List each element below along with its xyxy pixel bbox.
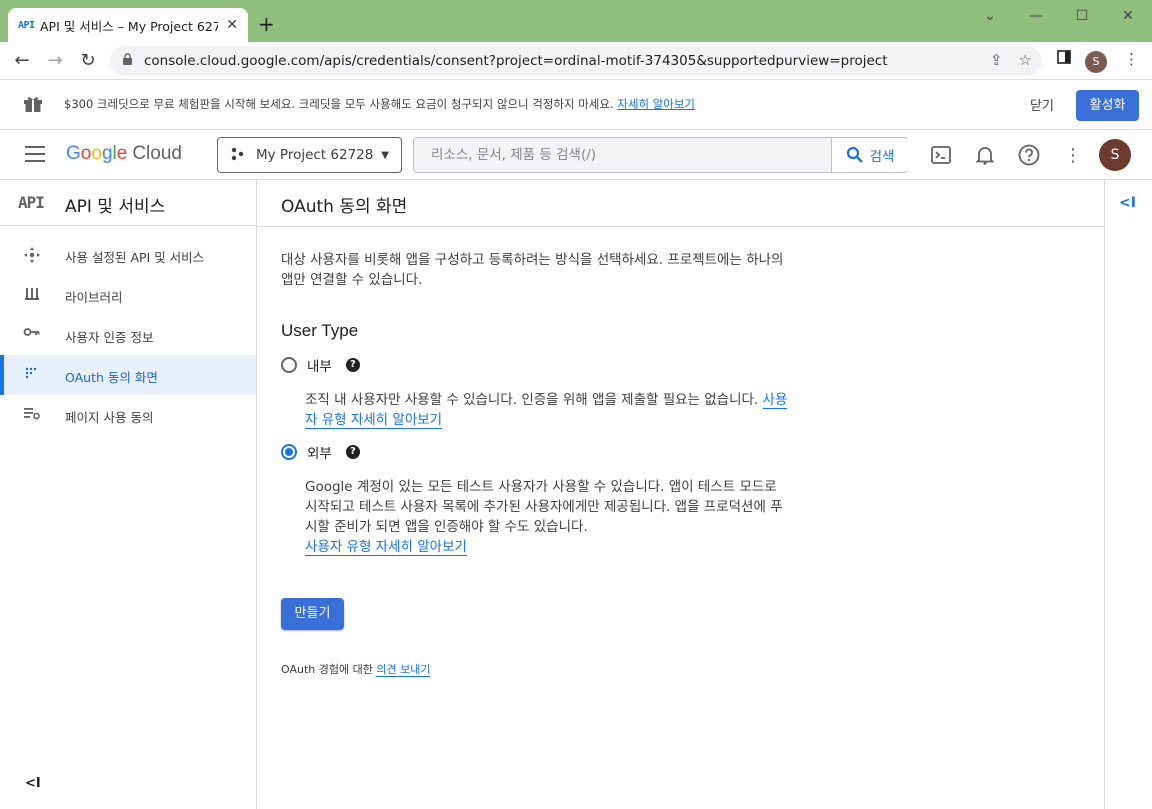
bell-icon[interactable] <box>972 142 998 168</box>
project-hierarchy-icon <box>230 147 250 164</box>
radio-external[interactable]: 외부 ? <box>281 442 360 462</box>
search-button-label: 검색 <box>869 149 895 165</box>
radio-internal-circle[interactable] <box>281 357 297 373</box>
create-button[interactable]: 만들기 <box>281 598 344 630</box>
expand-panel-icon[interactable]: <I <box>1119 195 1136 211</box>
help-icon[interactable] <box>1016 142 1042 168</box>
google-cloud-logo[interactable]: Google Cloud <box>66 143 182 165</box>
logo-cloud: Cloud <box>132 143 182 164</box>
maximize-icon[interactable]: ☐ <box>1062 4 1102 28</box>
project-name: My Project 62728 <box>256 147 374 163</box>
hamburger-menu-icon[interactable] <box>25 146 45 162</box>
search-icon <box>846 146 863 163</box>
consent-icon <box>22 366 42 384</box>
help-circle-icon[interactable]: ? <box>345 358 360 372</box>
main-header: OAuth 동의 화면 <box>257 180 1104 227</box>
address-bar[interactable]: console.cloud.google.com/apis/credential… <box>110 46 1042 76</box>
feedback-text: OAuth 경험에 대한 <box>281 663 373 676</box>
account-avatar[interactable]: S <box>1099 139 1131 171</box>
left-navigation: API API 및 서비스 사용 설정된 API 및 서비스 라이브러리 사용자… <box>0 180 257 809</box>
browser-tab[interactable]: API API 및 서비스 – My Project 62728 ✕ <box>8 8 248 42</box>
url-text[interactable]: console.cloud.google.com/apis/credential… <box>144 53 964 69</box>
search-button[interactable]: 검색 <box>831 138 908 172</box>
side-panel-icon[interactable] <box>1057 50 1071 68</box>
banner-learn-more-link[interactable]: 자세히 알아보기 <box>617 97 695 111</box>
browser-toolbar: ← → ↻ console.cloud.google.com/apis/cred… <box>0 42 1152 80</box>
user-type-heading: User Type <box>281 321 359 340</box>
right-rail: <I <box>1104 180 1152 809</box>
banner-close-button[interactable]: 닫기 <box>1030 95 1054 114</box>
chevron-down-icon[interactable]: ⌄ <box>970 4 1010 28</box>
gift-icon <box>24 97 42 112</box>
page-title: OAuth 동의 화면 <box>281 197 408 217</box>
sidebar-item-enabled-apis[interactable]: 사용 설정된 API 및 서비스 <box>0 235 256 275</box>
free-trial-banner: $300 크레딧으로 무료 체험판을 시작해 보세요. 크레딧을 모두 사용해도… <box>0 80 1152 130</box>
agreement-icon <box>22 406 42 424</box>
radio-internal[interactable]: 내부 ? <box>281 355 360 375</box>
sidebar-item-page-usage-agreement[interactable]: 페이지 사용 동의 <box>0 395 256 435</box>
sidebar-item-label: 사용자 인증 정보 <box>65 330 154 345</box>
activate-button[interactable]: 활성화 <box>1076 90 1139 121</box>
radio-external-label: 외부 <box>307 446 332 462</box>
new-tab-button[interactable]: + <box>258 12 275 36</box>
browser-titlebar: API API 및 서비스 – My Project 62728 ✕ + ⌄ —… <box>0 0 1152 42</box>
sidebar-item-label: 라이브러리 <box>65 290 123 305</box>
intro-text: 대상 사용자를 비롯해 앱을 구성하고 등록하려는 방식을 선택하세요. 프로젝… <box>281 252 784 288</box>
lock-icon <box>122 53 134 69</box>
banner-message: $300 크레딧으로 무료 체험판을 시작해 보세요. 크레딧을 모두 사용해도… <box>64 97 614 111</box>
reload-icon[interactable]: ↻ <box>75 48 101 74</box>
sidebar-item-label: 사용 설정된 API 및 서비스 <box>65 250 205 265</box>
main-content: OAuth 동의 화면 대상 사용자를 비롯해 앱을 구성하고 등록하려는 방식… <box>257 180 1104 809</box>
services-icon <box>22 246 42 264</box>
browser-menu-icon[interactable]: ⋮ <box>1124 50 1139 68</box>
external-description: Google 계정이 있는 모든 테스트 사용자가 사용할 수 있습니다. 앱이… <box>305 477 789 557</box>
external-learn-more-link[interactable]: 사용자 유형 자세히 알아보기 <box>305 539 467 556</box>
forward-arrow-icon[interactable]: → <box>42 48 68 74</box>
nav-header: API API 및 서비스 <box>0 180 256 226</box>
api-icon: API <box>18 193 45 212</box>
api-favicon-icon: API <box>18 19 35 31</box>
more-vert-icon[interactable]: ⋮ <box>1060 142 1086 168</box>
tab-close-icon[interactable]: ✕ <box>226 17 238 33</box>
logo-google: Google <box>66 143 128 164</box>
internal-description: 조직 내 사용자만 사용할 수 있습니다. 인증을 위해 앱을 제출할 필요는 … <box>305 390 789 430</box>
library-icon <box>22 286 42 304</box>
nav-title: API 및 서비스 <box>65 197 166 217</box>
console-header: GoogleCloud My Project 62728 ▼ 검색 ⋮ S <box>0 130 1152 180</box>
key-icon <box>22 326 42 344</box>
radio-external-circle[interactable] <box>281 444 297 460</box>
back-arrow-icon[interactable]: ← <box>9 48 35 74</box>
cloud-shell-icon[interactable] <box>928 142 954 168</box>
sidebar-item-label: 페이지 사용 동의 <box>65 410 154 425</box>
tab-title: API 및 서비스 – My Project 62728 <box>40 18 218 34</box>
sidebar-item-label: OAuth 동의 화면 <box>65 370 158 385</box>
collapse-nav-icon[interactable]: <I <box>25 776 41 791</box>
search-input[interactable] <box>414 138 831 172</box>
sidebar-item-oauth-consent[interactable]: OAuth 동의 화면 <box>0 355 256 395</box>
browser-profile-avatar[interactable]: S <box>1085 51 1107 73</box>
window-close-icon[interactable]: ✕ <box>1108 4 1148 28</box>
radio-internal-label: 내부 <box>307 359 332 375</box>
caret-down-icon: ▼ <box>381 150 389 161</box>
share-icon[interactable]: ⇪ <box>990 51 1003 69</box>
sidebar-item-credentials[interactable]: 사용자 인증 정보 <box>0 315 256 355</box>
external-description-text: Google 계정이 있는 모든 테스트 사용자가 사용할 수 있습니다. 앱이… <box>305 479 783 535</box>
internal-description-text: 조직 내 사용자만 사용할 수 있습니다. 인증을 위해 앱을 제출할 필요는 … <box>305 392 759 408</box>
project-selector[interactable]: My Project 62728 ▼ <box>217 137 402 173</box>
send-feedback-link[interactable]: 의견 보내기 <box>376 663 431 677</box>
help-circle-icon[interactable]: ? <box>345 445 360 459</box>
bookmark-star-icon[interactable]: ☆ <box>1019 51 1032 69</box>
search-box: 검색 <box>413 137 908 173</box>
sidebar-item-library[interactable]: 라이브러리 <box>0 275 256 315</box>
feedback-line: OAuth 경험에 대한 의견 보내기 <box>281 661 431 677</box>
minimize-icon[interactable]: — <box>1016 4 1056 28</box>
